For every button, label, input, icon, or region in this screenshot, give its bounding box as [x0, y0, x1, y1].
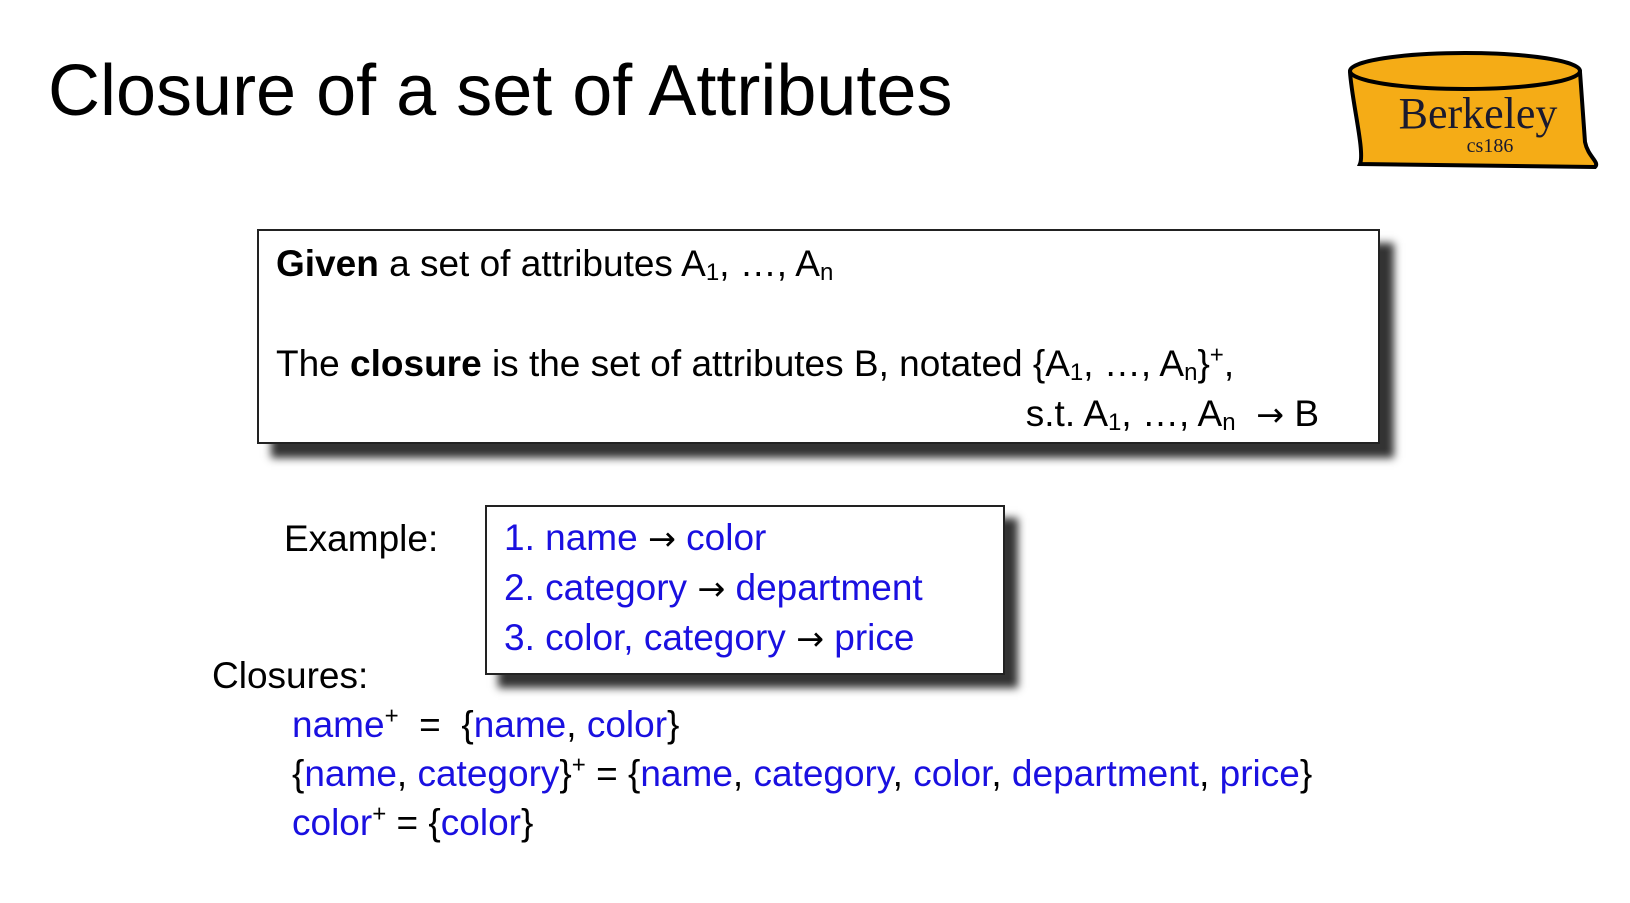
closure-line-name: name+ = {name, color} — [292, 702, 680, 745]
definition-such-that-line: s.t. A1, …, An → B — [1025, 393, 1319, 436]
berkeley-cs186-logo: Berkeley cs186 — [1347, 51, 1599, 170]
arrow-icon: → — [647, 519, 676, 558]
arrow-icon: → — [697, 569, 726, 608]
logo-text: Berkeley — [1399, 89, 1558, 138]
example-label: Example: — [284, 518, 439, 559]
functional-dependencies-box: 1. name → color 2. category → department… — [485, 505, 1005, 675]
logo-subtext: cs186 — [1467, 135, 1514, 157]
arrow-icon: → — [796, 619, 824, 658]
arrow-icon: → — [1256, 395, 1285, 434]
definition-closure-line: The closure is the set of attributes B, … — [276, 341, 1235, 386]
fd-item: 2. category → department — [504, 567, 923, 608]
definition-box: Given a set of attributes A1, …, An The … — [257, 229, 1380, 444]
closure-line-color: color+ = {color} — [292, 800, 534, 843]
slide-title: Closure of a set of Attributes — [48, 51, 953, 131]
closures-label: Closures: — [212, 655, 369, 696]
fd-item: 1. name → color — [504, 517, 767, 558]
fd-item: 3. color, category → price — [504, 617, 915, 658]
definition-given-line: Given a set of attributes A1, …, An — [276, 243, 834, 286]
closure-line-name-category: {name, category}+ = {name, category, col… — [292, 751, 1313, 794]
